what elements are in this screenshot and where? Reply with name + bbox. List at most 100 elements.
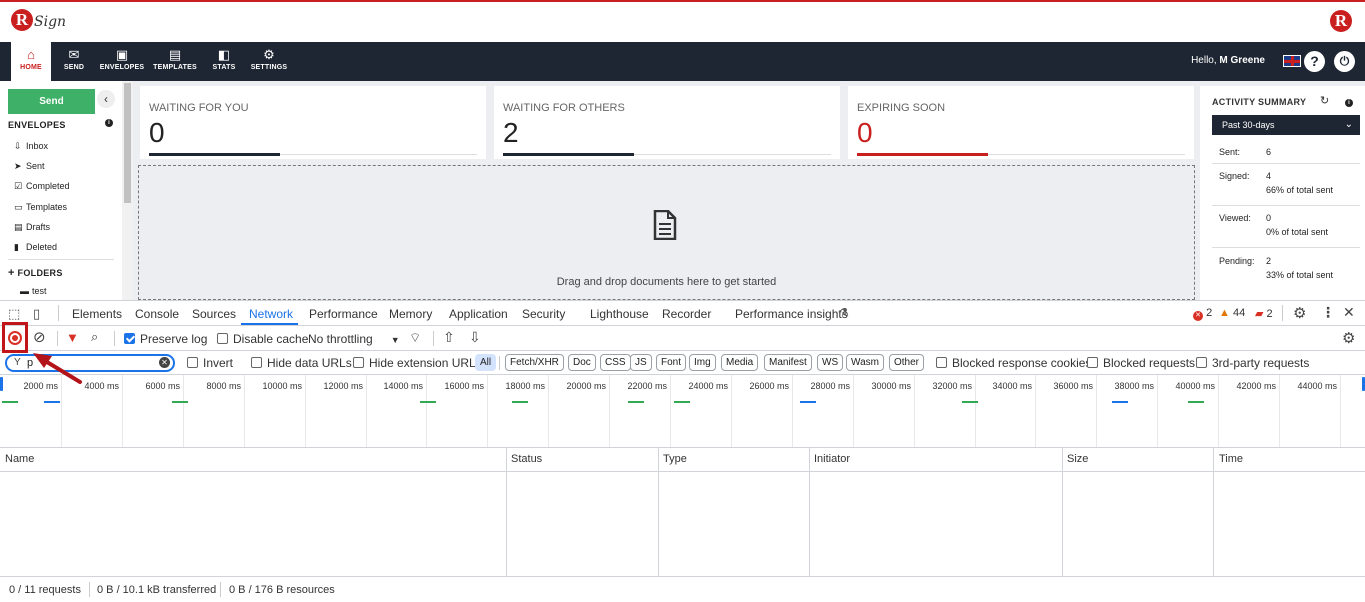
sidebar-item-inbox[interactable]: ⇩ Inbox	[14, 141, 48, 152]
column-divider[interactable]	[506, 448, 507, 576]
nav-templates-label: TEMPLATES	[153, 64, 197, 71]
clear-filter-icon[interactable]: ✕	[159, 357, 170, 368]
throttling-select[interactable]: No throttling ▼	[308, 332, 400, 346]
sidebar-item-completed[interactable]: ☑ Completed	[14, 181, 70, 192]
checkbox-icon	[187, 357, 198, 368]
stat-card-expiring-soon[interactable]: EXPIRING SOON 0	[848, 86, 1194, 159]
column-initiator[interactable]: Initiator	[814, 453, 850, 465]
refresh-icon[interactable]: ↻	[1320, 94, 1329, 107]
tab-lighthouse[interactable]: Lighthouse	[590, 307, 649, 321]
timeline-segment	[1112, 401, 1128, 403]
draft-icon: ▤	[14, 222, 23, 232]
sidebar-item-deleted[interactable]: ▮ Deleted	[14, 242, 57, 253]
folders-heading[interactable]: + FOLDERS	[8, 267, 63, 279]
errors-count[interactable]: ✕ 2	[1193, 307, 1212, 321]
nav-home[interactable]: ⌂ HOME	[11, 42, 51, 81]
type-filter-ws[interactable]: WS	[817, 354, 844, 371]
uk-flag-icon[interactable]	[1283, 55, 1301, 67]
invert-checkbox[interactable]: Invert	[187, 356, 233, 370]
more-options-icon[interactable]: ⋮	[1321, 304, 1335, 321]
scrollbar-thumb[interactable]	[124, 83, 131, 203]
import-har-icon[interactable]: ⇧	[443, 329, 455, 346]
tab-application[interactable]: Application	[449, 307, 508, 321]
hide-extension-urls-checkbox[interactable]: Hide extension URLs	[353, 356, 482, 370]
type-filter-fetch-xhr[interactable]: Fetch/XHR	[505, 354, 564, 371]
tab-performance-insights[interactable]: Performance insights	[735, 307, 848, 321]
stat-card-waiting-for-others[interactable]: WAITING FOR OTHERS 2	[494, 86, 840, 159]
column-divider[interactable]	[809, 448, 810, 576]
blocked-requests-checkbox[interactable]: Blocked requests	[1087, 356, 1195, 370]
sidebar-item-templates[interactable]: ▭ Templates	[14, 202, 67, 213]
export-har-icon[interactable]: ⇩	[469, 329, 481, 346]
add-folder-icon[interactable]: +	[8, 267, 15, 279]
tab-elements[interactable]: Elements	[72, 307, 122, 321]
column-name[interactable]: Name	[5, 453, 34, 465]
document-dropzone[interactable]: Drag and drop documents here to get star…	[138, 165, 1195, 300]
column-type[interactable]: Type	[663, 453, 687, 465]
column-divider[interactable]	[1062, 448, 1063, 576]
tab-security[interactable]: Security	[522, 307, 565, 321]
hide-data-urls-checkbox[interactable]: Hide data URLs	[251, 356, 352, 370]
disable-cache-checkbox[interactable]: Disable cache	[217, 332, 308, 346]
type-filter-doc[interactable]: Doc	[568, 354, 596, 371]
type-filter-css[interactable]: CSS	[600, 354, 631, 371]
type-filter-other[interactable]: Other	[889, 354, 925, 371]
period-select[interactable]: Past 30-days ⌄	[1212, 115, 1360, 135]
sidebar-item-label: Drafts	[26, 222, 51, 232]
folder-item-test[interactable]: ▬ test	[20, 286, 47, 296]
tab-divider	[1282, 305, 1283, 321]
nav-templates[interactable]: ▤ TEMPLATES	[153, 42, 197, 81]
settings-gear-icon[interactable]: ⚙	[1293, 304, 1306, 322]
rsign-logo-icon[interactable]: R	[11, 9, 33, 31]
filter-icon[interactable]: ▼	[66, 330, 79, 345]
nav-stats[interactable]: ◧ STATS	[206, 42, 242, 81]
network-timeline-overview[interactable]: 2000 ms 4000 ms 6000 ms 8000 ms 10000 ms 1200…	[0, 375, 1365, 448]
network-conditions-icon[interactable]: ⌔	[409, 330, 421, 346]
help-button[interactable]: ?	[1304, 51, 1325, 72]
tab-memory[interactable]: Memory	[389, 307, 432, 321]
device-toolbar-icon[interactable]: ▯	[33, 306, 40, 322]
sidebar-scrollbar[interactable]	[122, 81, 133, 300]
power-icon[interactable]: ⏻	[1334, 51, 1355, 72]
stat-card-waiting-for-you[interactable]: WAITING FOR YOU 0	[140, 86, 486, 159]
warnings-count[interactable]: ▲ 44	[1219, 307, 1245, 319]
tab-performance[interactable]: Performance	[309, 307, 378, 321]
nav-send[interactable]: ✉ SEND	[56, 42, 92, 81]
type-filter-media[interactable]: Media	[721, 354, 759, 371]
sidebar-item-sent[interactable]: ➤ Sent	[14, 161, 45, 172]
tab-console[interactable]: Console	[135, 307, 179, 321]
info-icon[interactable]: i	[105, 119, 113, 127]
info-icon[interactable]: i	[1345, 99, 1353, 107]
send-button[interactable]: Send	[8, 89, 95, 114]
nav-envelopes[interactable]: ▣ ENVELOPES	[98, 42, 146, 81]
nav-settings[interactable]: ⚙ SETTINGS	[249, 42, 289, 81]
column-divider[interactable]	[658, 448, 659, 576]
type-filter-font[interactable]: Font	[656, 354, 687, 371]
chevron-down-icon: ⌄	[1344, 119, 1353, 130]
search-icon[interactable]: ⌕	[91, 329, 98, 345]
sidebar-item-drafts[interactable]: ▤ Drafts	[14, 222, 50, 233]
timeline-gridline	[792, 375, 793, 447]
type-filter-img[interactable]: Img	[689, 354, 716, 371]
column-divider[interactable]	[1213, 448, 1214, 576]
type-filter-manifest[interactable]: Manifest	[764, 354, 812, 371]
tab-recorder[interactable]: Recorder	[662, 307, 711, 321]
type-filter-wasm[interactable]: Wasm	[846, 354, 884, 371]
blocked-cookies-checkbox[interactable]: Blocked response cookies	[936, 356, 1091, 370]
column-time[interactable]: Time	[1219, 453, 1243, 465]
clear-icon[interactable]: ⊘	[33, 328, 46, 346]
tab-network[interactable]: Network	[249, 307, 293, 321]
column-size[interactable]: Size	[1067, 453, 1088, 465]
third-party-checkbox[interactable]: 3rd-party requests	[1196, 356, 1309, 370]
tab-sources[interactable]: Sources	[192, 307, 236, 321]
close-devtools-icon[interactable]: ✕	[1343, 304, 1355, 321]
type-filter-all[interactable]: All	[475, 354, 497, 371]
filter-input[interactable]: Yp ✕	[5, 354, 175, 372]
preserve-log-checkbox[interactable]: Preserve log	[124, 332, 207, 346]
column-status[interactable]: Status	[511, 453, 542, 465]
network-settings-gear-icon[interactable]: ⚙	[1342, 329, 1355, 347]
collapse-sidebar-button[interactable]: ‹	[97, 90, 115, 108]
messages-count[interactable]: ▰ 2	[1255, 307, 1273, 320]
type-filter-js[interactable]: JS	[630, 354, 652, 371]
inspect-element-icon[interactable]: ⬚	[8, 306, 20, 322]
